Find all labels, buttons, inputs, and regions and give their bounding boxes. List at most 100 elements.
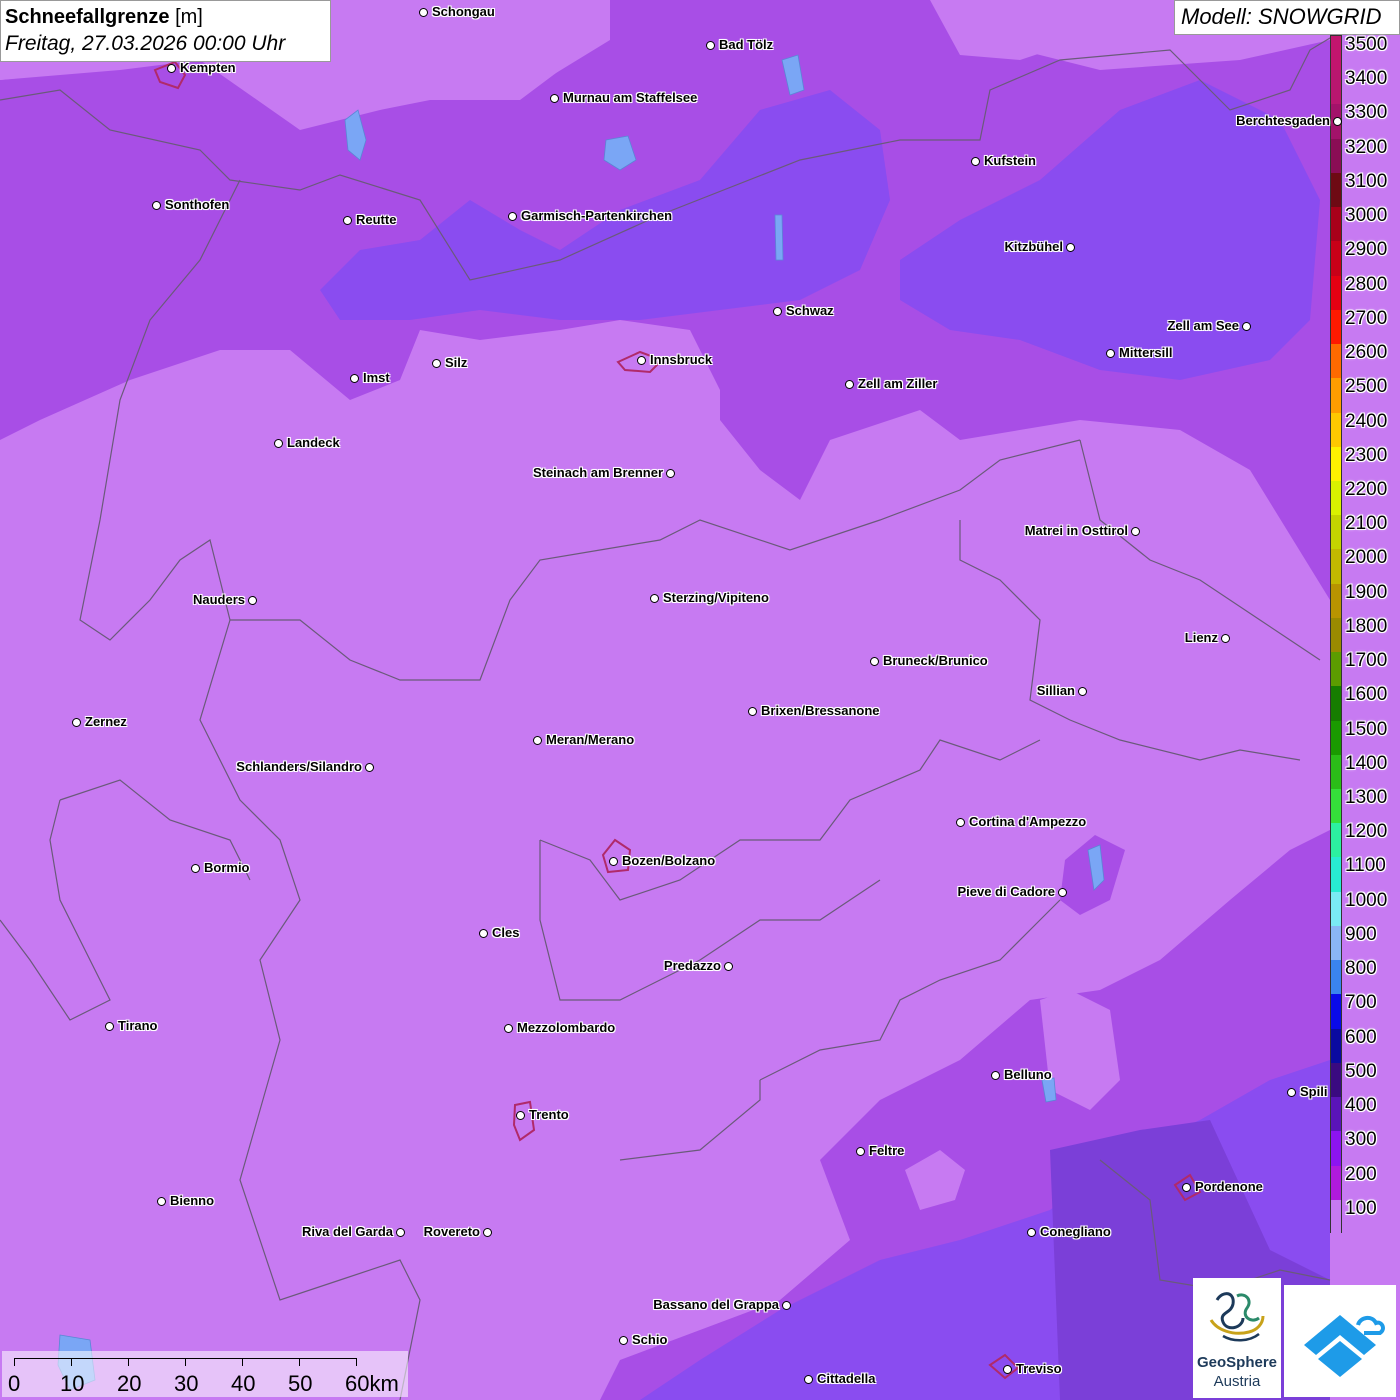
city-label: Pieve di Cadore bbox=[957, 884, 1055, 899]
city-label: Kempten bbox=[180, 60, 236, 75]
city-dot-icon bbox=[773, 307, 782, 316]
city-label: Predazzo bbox=[663, 958, 721, 973]
city-label: Silz bbox=[445, 355, 468, 370]
city-dot-icon bbox=[870, 657, 879, 666]
legend-swatch-3400 bbox=[1331, 70, 1341, 105]
city-label: Reutte bbox=[356, 212, 397, 227]
partner-logo bbox=[1284, 1285, 1396, 1397]
legend-swatch-1600 bbox=[1331, 686, 1341, 722]
city-dot-icon bbox=[72, 718, 81, 727]
city-dot-icon bbox=[350, 374, 359, 383]
city-dot-icon bbox=[483, 1228, 492, 1237]
legend-label-1800: 1800 bbox=[1345, 615, 1388, 637]
legend-label-2500: 2500 bbox=[1345, 376, 1388, 398]
city-label: Lienz bbox=[1184, 630, 1218, 645]
city-label: Rovereto bbox=[423, 1224, 480, 1239]
city-label: Nauders bbox=[192, 592, 245, 607]
legend-label-1700: 1700 bbox=[1345, 650, 1388, 672]
city-label: Murnau am Staffelsee bbox=[563, 90, 698, 105]
city-dot-icon bbox=[724, 962, 733, 971]
city-label: Schlanders/Silandro bbox=[236, 759, 362, 774]
city-dot-icon bbox=[508, 212, 517, 221]
city-label: Zernez bbox=[85, 714, 127, 729]
city-dot-icon bbox=[609, 857, 618, 866]
city-dot-icon bbox=[666, 469, 675, 478]
scale-tick bbox=[356, 1358, 357, 1366]
legend-swatch-3100 bbox=[1331, 172, 1341, 208]
city-label: Bad Tölz bbox=[719, 37, 774, 52]
legend-swatch-100 bbox=[1331, 1199, 1341, 1235]
legend-label-1400: 1400 bbox=[1345, 752, 1388, 774]
legend-label-1100: 1100 bbox=[1345, 855, 1386, 877]
scale-label: 60km bbox=[345, 1371, 399, 1396]
city-dot-icon bbox=[650, 594, 659, 603]
city-label: Cittadella bbox=[817, 1371, 876, 1386]
city-label: Cortina d'Ampezzo bbox=[969, 814, 1087, 829]
city-dot-icon bbox=[706, 41, 715, 50]
legend-swatch-1500 bbox=[1331, 720, 1341, 756]
scale-label: 20 bbox=[117, 1371, 142, 1396]
city-dot-icon bbox=[748, 707, 757, 716]
city-dot-icon bbox=[516, 1111, 525, 1120]
legend-swatch-3000 bbox=[1331, 207, 1341, 242]
scale-bar: 0 10 20 30 40 50 60km bbox=[2, 1351, 408, 1397]
city-dot-icon bbox=[1287, 1088, 1296, 1097]
city-dot-icon bbox=[1131, 527, 1140, 536]
city-dot-icon bbox=[1333, 117, 1342, 126]
map-title-unit: [m] bbox=[175, 6, 203, 28]
city-dot-icon bbox=[479, 929, 488, 938]
scale-label: 30 bbox=[174, 1371, 199, 1396]
city-label: Sillian bbox=[1036, 683, 1075, 698]
map-title: Schneefallgrenze [m] bbox=[5, 4, 326, 30]
map-view[interactable]: Schneefallgrenze [m] Freitag, 27.03.2026… bbox=[0, 0, 1400, 1400]
legend-label-900: 900 bbox=[1345, 923, 1377, 945]
city-dot-icon bbox=[1106, 349, 1115, 358]
city-dot-icon bbox=[956, 818, 965, 827]
city-label: Conegliano bbox=[1040, 1224, 1111, 1239]
legend-label-2800: 2800 bbox=[1345, 273, 1388, 295]
scale-label: 0 bbox=[8, 1371, 21, 1396]
legend-label-800: 800 bbox=[1345, 958, 1377, 980]
city-label: Landeck bbox=[287, 435, 340, 450]
city-dot-icon bbox=[971, 157, 980, 166]
city-dot-icon bbox=[619, 1336, 628, 1345]
city-dot-icon bbox=[343, 216, 352, 225]
legend-swatch-300 bbox=[1331, 1131, 1341, 1167]
legend-label-2300: 2300 bbox=[1345, 444, 1388, 466]
legend-label-100: 100 bbox=[1345, 1197, 1377, 1219]
map-subtitle-date: Freitag, 27.03.2026 00:00 Uhr bbox=[5, 32, 286, 55]
city-dot-icon bbox=[1027, 1228, 1036, 1237]
map-title-box: Schneefallgrenze [m] Freitag, 27.03.2026… bbox=[0, 0, 331, 62]
legend-label-2100: 2100 bbox=[1345, 513, 1388, 535]
city-dot-icon bbox=[1066, 243, 1075, 252]
legend-swatch-3200 bbox=[1331, 138, 1341, 174]
map-title-main: Schneefallgrenze bbox=[5, 6, 170, 28]
city-dot-icon bbox=[365, 763, 374, 772]
city-label: Steinach am Brenner bbox=[532, 465, 663, 480]
legend-swatch-200 bbox=[1331, 1165, 1341, 1201]
legend-swatch-500 bbox=[1331, 1062, 1341, 1098]
legend-swatch-600 bbox=[1331, 1028, 1341, 1064]
city-label: Zell am See bbox=[1167, 318, 1239, 333]
city-dot-icon bbox=[1242, 322, 1251, 331]
legend-swatch-900 bbox=[1331, 925, 1341, 961]
city-label: Kitzbühel bbox=[1004, 239, 1064, 254]
city-label: Innsbruck bbox=[650, 352, 713, 367]
legend-swatch-2500 bbox=[1331, 378, 1341, 413]
city-label: Bozen/Bolzano bbox=[622, 853, 716, 868]
legend-label-3100: 3100 bbox=[1345, 170, 1388, 192]
legend-swatch-2300 bbox=[1331, 446, 1341, 482]
city-label: Cles bbox=[492, 925, 520, 940]
city-dot-icon bbox=[991, 1071, 1000, 1080]
legend-label-2400: 2400 bbox=[1345, 410, 1388, 432]
legend-label-1500: 1500 bbox=[1345, 718, 1388, 740]
city-label: Brixen/Bressanone bbox=[761, 703, 880, 718]
legend-swatch-2900 bbox=[1331, 241, 1341, 277]
city-dot-icon bbox=[396, 1228, 405, 1237]
city-dot-icon bbox=[550, 94, 559, 103]
legend-swatch-1300 bbox=[1331, 789, 1341, 824]
city-label: Mittersill bbox=[1119, 345, 1173, 360]
city-dot-icon bbox=[782, 1301, 791, 1310]
legend-swatch-700 bbox=[1331, 994, 1341, 1030]
geosphere-logo: GeoSphere Austria bbox=[1193, 1278, 1281, 1398]
